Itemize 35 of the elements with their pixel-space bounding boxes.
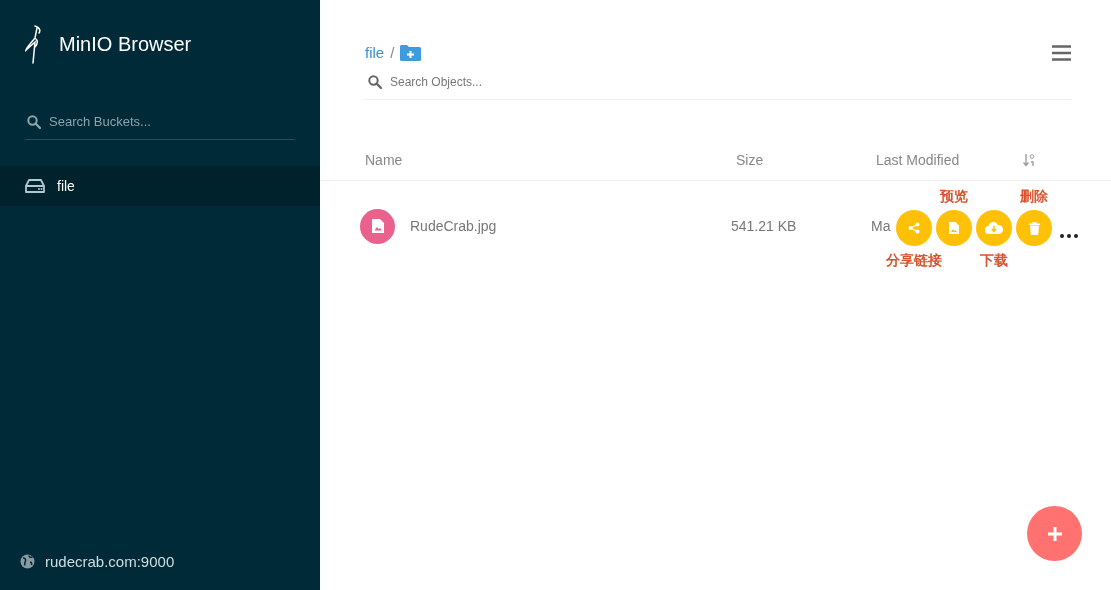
search-icon: [27, 114, 41, 129]
server-address: rudecrab.com:9000: [45, 553, 175, 570]
share-icon: [908, 222, 920, 234]
add-button[interactable]: [1027, 506, 1082, 561]
share-button[interactable]: [896, 210, 932, 246]
search-icon: [368, 75, 382, 89]
globe-icon: [20, 554, 35, 569]
more-icon[interactable]: [1060, 234, 1078, 238]
file-name[interactable]: RudeCrab.jpg: [410, 218, 497, 234]
breadcrumb-link[interactable]: file: [365, 44, 385, 61]
new-folder-icon[interactable]: [400, 44, 422, 61]
bucket-item[interactable]: file: [0, 166, 320, 206]
sort-icon[interactable]: [1023, 153, 1035, 167]
breadcrumb-separator: /: [390, 44, 395, 61]
cloud-download-icon: [985, 222, 1003, 234]
preview-button[interactable]: [936, 210, 972, 246]
drive-icon: [25, 179, 45, 193]
trash-icon: [1028, 221, 1040, 235]
menu-icon[interactable]: [1052, 44, 1071, 61]
file-image-icon: [949, 222, 959, 234]
column-header[interactable]: Name: [365, 152, 736, 168]
plus-icon: [1046, 525, 1063, 542]
app-title: MinIO Browser: [59, 32, 192, 56]
delete-button[interactable]: [1016, 210, 1052, 246]
bucket-search-field[interactable]: Search Buckets...: [49, 114, 269, 129]
file-size: 541.21 KB: [731, 218, 797, 234]
column-header[interactable]: Last Modified: [876, 152, 1023, 168]
annotation-label: 分享链接: [886, 251, 942, 269]
download-button[interactable]: [976, 210, 1012, 246]
annotation-label: 下载: [980, 251, 1008, 269]
image-file-icon: [360, 208, 395, 244]
annotation-label: 预览: [940, 187, 968, 205]
annotation-label: 删除: [1020, 187, 1048, 205]
column-header[interactable]: Size: [736, 152, 876, 168]
modified-date: Ma: [871, 218, 891, 234]
